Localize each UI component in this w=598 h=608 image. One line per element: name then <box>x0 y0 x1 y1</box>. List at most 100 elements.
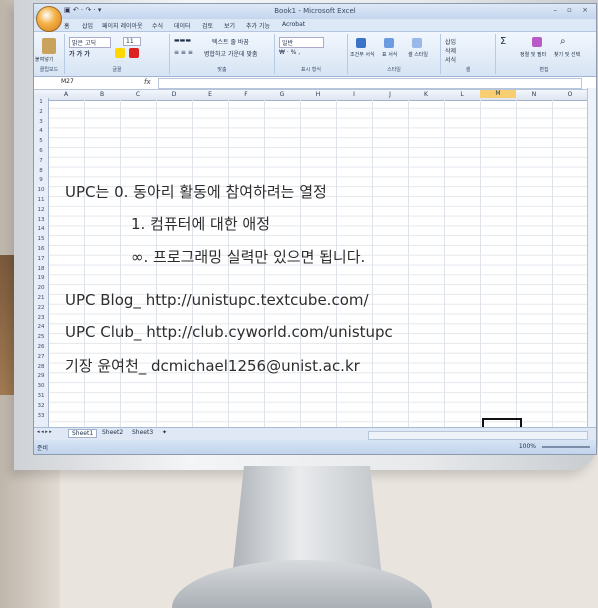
column-header-k[interactable]: K <box>408 91 444 98</box>
row-header[interactable]: 23 <box>34 314 48 324</box>
wrap-text-button[interactable]: 텍스트 줄 바꿈 <box>212 37 249 46</box>
text-line-club: UPC Club_ http://club.cyworld.com/unistu… <box>65 323 393 341</box>
delete-cells-button[interactable]: 삭제 <box>445 46 456 55</box>
row-header[interactable]: 25 <box>34 333 48 343</box>
column-header-e[interactable]: E <box>192 91 228 98</box>
row-header[interactable]: 30 <box>34 382 48 392</box>
column-header-i[interactable]: I <box>336 91 372 98</box>
font-size-select[interactable]: 11 <box>123 37 141 46</box>
tab-view[interactable]: 보기 <box>224 21 235 30</box>
row-header[interactable]: 8 <box>34 167 48 177</box>
row-header[interactable]: 9 <box>34 176 48 186</box>
fx-icon[interactable]: fx <box>144 78 151 86</box>
paste-icon[interactable] <box>42 38 56 54</box>
font-color-icon[interactable] <box>129 48 139 58</box>
find-select-icon[interactable]: ⌕ <box>560 36 566 47</box>
autosum-icon[interactable]: Σ <box>500 36 506 47</box>
number-format-select[interactable]: 일반 <box>279 37 325 48</box>
row-header[interactable]: 10 <box>34 186 48 196</box>
row-header[interactable]: 26 <box>34 343 48 353</box>
row-header[interactable]: 18 <box>34 265 48 275</box>
row-header[interactable]: 24 <box>34 323 48 333</box>
row-header[interactable]: 31 <box>34 392 48 402</box>
vertical-scrollbar[interactable] <box>587 88 596 427</box>
column-header-g[interactable]: G <box>264 91 300 98</box>
column-header-l[interactable]: L <box>444 91 480 98</box>
row-header[interactable]: 15 <box>34 235 48 245</box>
row-header[interactable]: 13 <box>34 216 48 226</box>
column-header-d[interactable]: D <box>156 91 192 98</box>
column-header-a[interactable]: A <box>48 91 84 98</box>
row-header[interactable]: 2 <box>34 108 48 118</box>
insert-sheet-icon[interactable]: ✦ <box>162 429 167 436</box>
column-header-f[interactable]: F <box>228 91 264 98</box>
tab-formulas[interactable]: 수식 <box>152 21 163 30</box>
column-header-n[interactable]: N <box>516 91 552 98</box>
sort-filter-icon[interactable] <box>532 37 542 47</box>
table-format-icon[interactable] <box>384 38 394 48</box>
currency-percent-icons[interactable]: ₩ · % , <box>279 49 300 56</box>
zoom-slider[interactable] <box>542 446 590 448</box>
row-header[interactable]: 22 <box>34 304 48 314</box>
sheet-tab-2[interactable]: Sheet2 <box>102 429 123 436</box>
horizontal-scrollbar[interactable] <box>368 431 588 440</box>
row-header[interactable]: 5 <box>34 137 48 147</box>
row-header[interactable]: 33 <box>34 412 48 422</box>
tab-acrobat[interactable]: Acrobat <box>282 21 305 28</box>
row-header[interactable]: 16 <box>34 245 48 255</box>
row-header[interactable]: 1 <box>34 98 48 108</box>
column-header-o[interactable]: O <box>552 91 588 98</box>
align-left-icon[interactable]: ≡ ≡ ≡ <box>174 49 193 56</box>
name-box[interactable]: M27 <box>58 78 113 87</box>
group-styles: 조건부 서식 표 서식 셀 스타일 스타일 <box>348 34 441 74</box>
window-title: Book1 - Microsoft Excel <box>274 7 356 15</box>
tab-addins[interactable]: 추가 기능 <box>246 21 270 30</box>
row-header[interactable]: 17 <box>34 255 48 265</box>
merge-center-button[interactable]: 병합하고 가운데 맞춤 <box>204 49 258 58</box>
row-header[interactable]: 32 <box>34 402 48 412</box>
text-line-programming: ∞. 프로그래밍 실력만 있으면 됩니다. <box>131 248 366 266</box>
row-header[interactable]: 7 <box>34 157 48 167</box>
conditional-format-icon[interactable] <box>356 38 366 48</box>
column-header-b[interactable]: B <box>84 91 120 98</box>
insert-cells-button[interactable]: 삽입 <box>445 37 456 46</box>
sheet-tab-3[interactable]: Sheet3 <box>132 429 153 436</box>
formula-input[interactable] <box>158 78 582 89</box>
text-line-computer: 1. 컴퓨터에 대한 애정 <box>131 215 271 233</box>
window-controls[interactable]: – ▫ × <box>553 6 592 14</box>
tab-page-layout[interactable]: 페이지 레이아웃 <box>102 21 143 30</box>
row-header[interactable]: 29 <box>34 372 48 382</box>
row-header[interactable]: 12 <box>34 206 48 216</box>
column-header-c[interactable]: C <box>120 91 156 98</box>
column-header-h[interactable]: H <box>300 91 336 98</box>
row-header[interactable]: 28 <box>34 363 48 373</box>
tab-insert[interactable]: 삽입 <box>82 21 93 30</box>
status-bar: 준비 100% <box>34 440 596 454</box>
zoom-level[interactable]: 100% <box>519 443 536 450</box>
row-header[interactable]: 19 <box>34 274 48 284</box>
office-button-icon[interactable] <box>36 6 62 32</box>
tab-review[interactable]: 검토 <box>202 21 213 30</box>
align-top-icon[interactable]: ▬▬▬ <box>174 37 191 44</box>
column-header-j[interactable]: J <box>372 91 408 98</box>
font-name-select[interactable]: 맑은 고딕 <box>69 37 111 48</box>
row-header[interactable]: 11 <box>34 196 48 206</box>
bold-italic-underline-buttons[interactable]: 가 가 가 <box>69 49 90 58</box>
row-header[interactable]: 3 <box>34 118 48 128</box>
row-header[interactable]: 14 <box>34 225 48 235</box>
cell-style-icon[interactable] <box>412 38 422 48</box>
row-header[interactable]: 27 <box>34 353 48 363</box>
format-cells-button[interactable]: 서식 <box>445 55 456 64</box>
sheet-nav-arrows[interactable]: ◂ ◂ ▸ ▸ <box>37 429 52 435</box>
row-header[interactable]: 20 <box>34 284 48 294</box>
row-header[interactable]: 21 <box>34 294 48 304</box>
tab-data[interactable]: 데이터 <box>174 21 191 30</box>
paste-label: 붙여넣기 <box>35 57 54 63</box>
text-line-passion: UPC는 0. 동아리 활동에 참여하려는 열정 <box>65 183 327 201</box>
sheet-tab-1[interactable]: Sheet1 <box>68 429 98 438</box>
row-header[interactable]: 6 <box>34 147 48 157</box>
row-header[interactable]: 4 <box>34 127 48 137</box>
tab-home[interactable]: 홈 <box>64 21 70 30</box>
conditional-format-label: 조건부 서식 <box>350 52 375 58</box>
fill-color-icon[interactable] <box>115 48 125 58</box>
